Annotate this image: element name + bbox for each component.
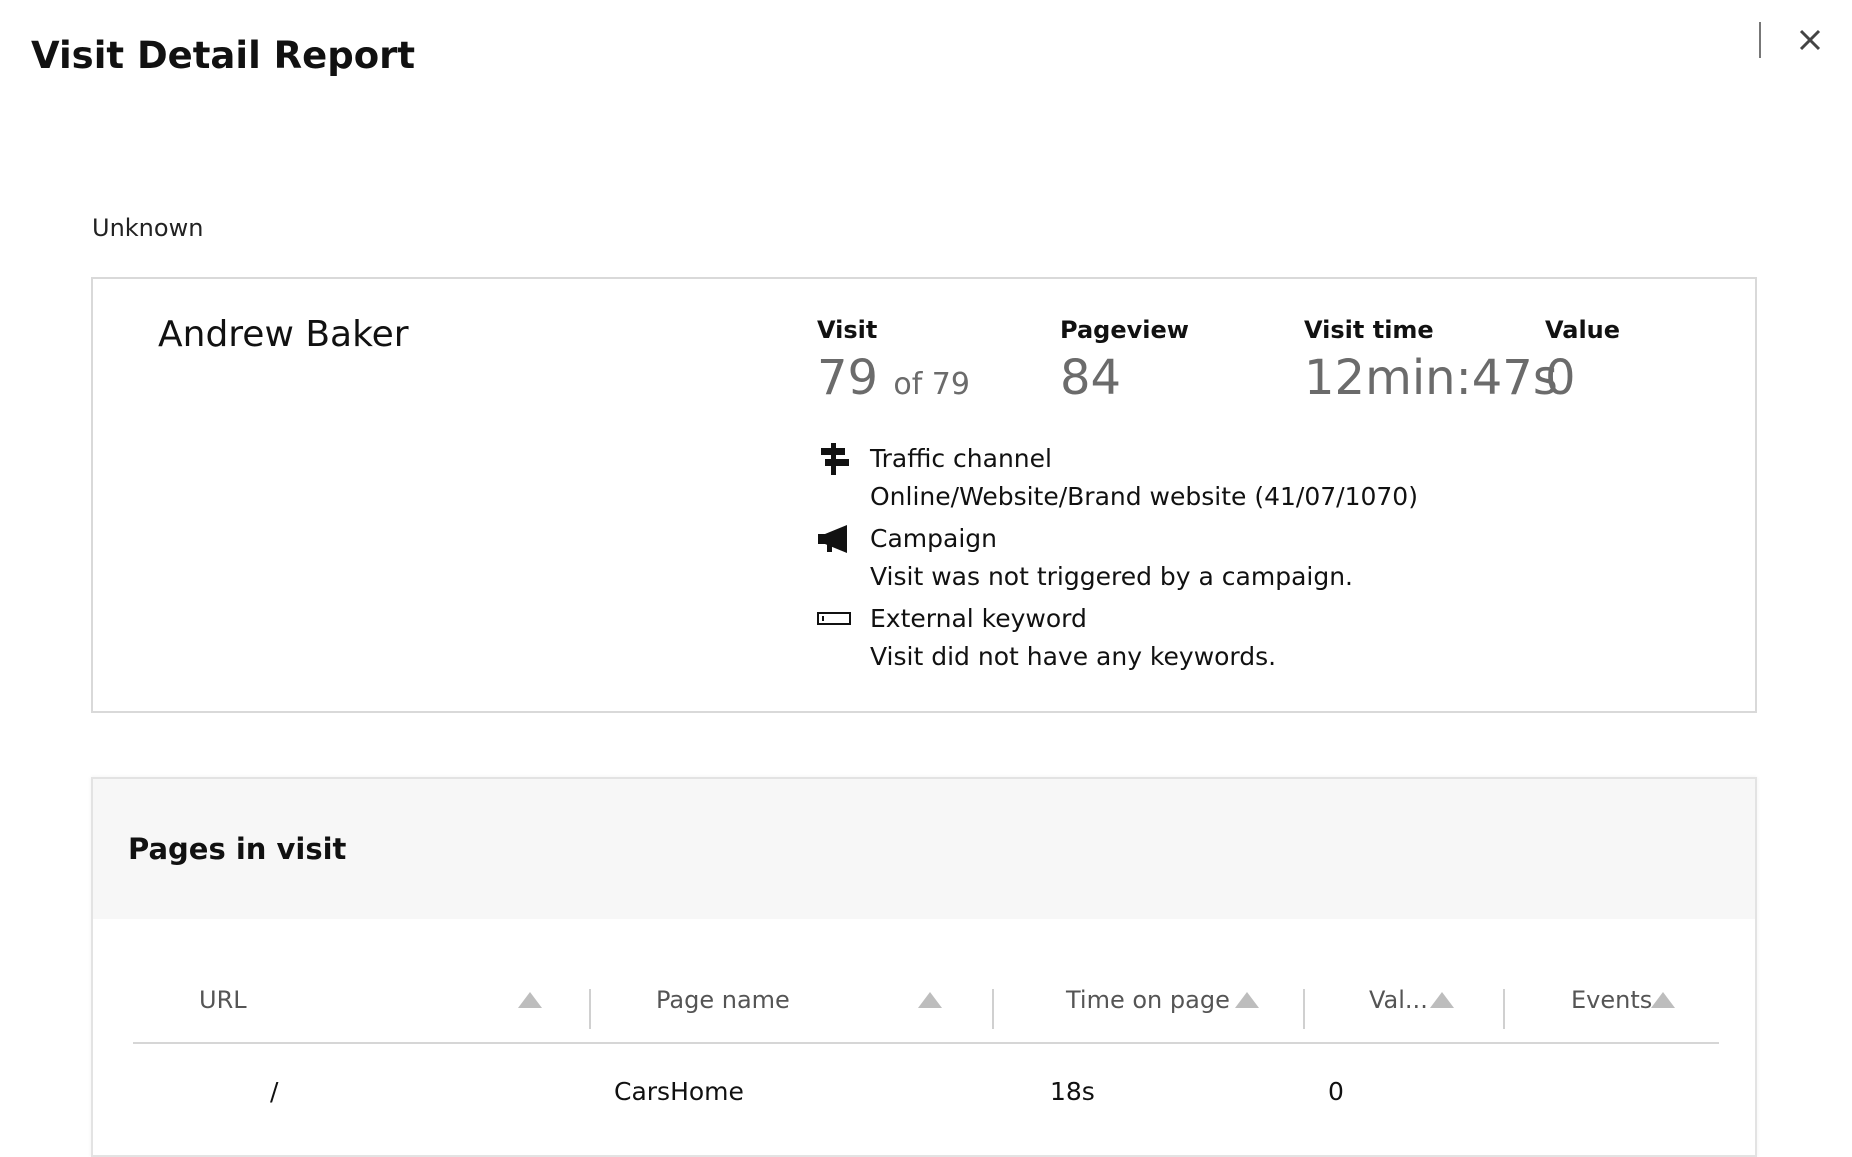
traffic-channel-value: Online/Website/Brand website (41/07/1070… xyxy=(870,482,1418,511)
stat-value-label: Value xyxy=(1545,316,1621,344)
cell-time-on-page: 18s xyxy=(1050,1077,1095,1106)
stat-visit-of: of 79 xyxy=(893,367,970,402)
megaphone-icon xyxy=(817,522,851,556)
stat-visit-value: 79 xyxy=(817,350,879,406)
campaign-value: Visit was not triggered by a campaign. xyxy=(870,562,1354,591)
column-header-url[interactable]: URL xyxy=(199,986,247,1014)
sort-arrow-url-icon[interactable] xyxy=(518,992,542,1008)
external-keyword-value: Visit did not have any keywords. xyxy=(870,642,1277,671)
column-header-events[interactable]: Events xyxy=(1571,986,1652,1014)
stat-pageview-value: 84 xyxy=(1060,350,1122,406)
stat-visit-time-label: Visit time xyxy=(1304,316,1434,344)
sort-arrow-page-name-icon[interactable] xyxy=(918,992,942,1008)
stat-visit: Visit 79 of 79 xyxy=(817,316,970,406)
column-divider[interactable] xyxy=(992,989,994,1029)
stat-visit-value-group: 79 of 79 xyxy=(817,350,970,406)
keyword-input-icon xyxy=(817,602,851,636)
sort-arrow-events-icon[interactable] xyxy=(1651,992,1675,1008)
table-header-rule xyxy=(133,1042,1719,1044)
cell-value: 0 xyxy=(1328,1077,1344,1106)
contact-name: Andrew Baker xyxy=(158,314,409,355)
sort-arrow-value-icon[interactable] xyxy=(1430,992,1454,1008)
contact-status: Unknown xyxy=(92,214,204,242)
stat-pageview-label: Pageview xyxy=(1060,316,1189,344)
stat-value: Value 0 xyxy=(1545,316,1620,406)
column-divider[interactable] xyxy=(1303,989,1305,1029)
cell-url: / xyxy=(270,1077,279,1106)
column-header-page-name[interactable]: Page name xyxy=(656,986,790,1014)
signpost-icon xyxy=(817,442,851,476)
campaign-label: Campaign xyxy=(870,524,997,553)
column-divider[interactable] xyxy=(589,989,591,1029)
pages-in-visit-panel: Pages in visit URL Page name Time on pag… xyxy=(91,777,1757,1157)
sort-arrow-time-on-page-icon[interactable] xyxy=(1235,992,1259,1008)
column-divider[interactable] xyxy=(1503,989,1505,1029)
stat-visit-label: Visit xyxy=(817,316,878,344)
column-header-time-on-page[interactable]: Time on page xyxy=(1066,986,1230,1014)
stat-visit-time: Visit time 12min:47s xyxy=(1304,316,1558,406)
page-title: Visit Detail Report xyxy=(31,34,416,77)
external-keyword-label: External keyword xyxy=(870,604,1087,633)
stat-visit-time-value: 12min:47s xyxy=(1304,350,1558,406)
cell-page-name: CarsHome xyxy=(614,1077,744,1106)
header-divider xyxy=(1759,22,1761,58)
traffic-channel-label: Traffic channel xyxy=(870,444,1052,473)
pages-panel-title: Pages in visit xyxy=(128,832,347,866)
column-header-value[interactable]: Val... xyxy=(1369,986,1428,1014)
close-button[interactable] xyxy=(1792,22,1828,58)
stat-pageview: Pageview 84 xyxy=(1060,316,1189,406)
stat-value-value: 0 xyxy=(1545,350,1576,406)
pages-panel-header: Pages in visit xyxy=(93,779,1755,919)
close-icon xyxy=(1799,29,1821,51)
visit-summary-card: Andrew Baker Visit 79 of 79 Pageview 84 … xyxy=(91,277,1757,713)
